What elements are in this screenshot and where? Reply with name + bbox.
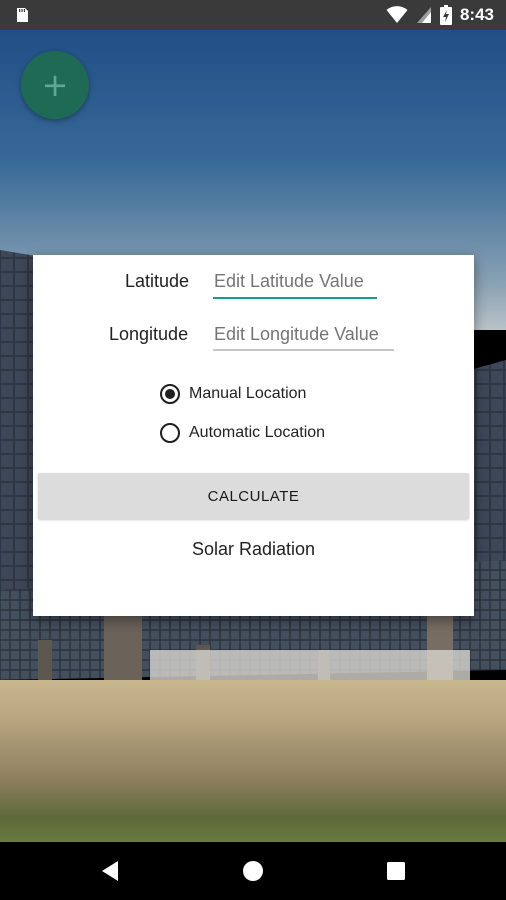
calculate-button[interactable]: CALCULATE [38, 473, 469, 519]
add-button[interactable]: + [21, 51, 89, 119]
longitude-input-underline [213, 349, 394, 351]
latitude-input-underline [213, 297, 377, 299]
navigation-bar [0, 842, 506, 900]
radio-automatic-location[interactable]: Automatic Location [160, 423, 325, 443]
latitude-label: Latitude [125, 271, 190, 291]
sd-card-icon [17, 8, 28, 22]
recents-icon[interactable] [383, 858, 409, 884]
status-bar: 8:43 [0, 0, 506, 30]
ground [0, 680, 506, 842]
clock: 8:43 [459, 5, 494, 24]
longitude-input[interactable] [214, 324, 396, 345]
wifi-icon [386, 6, 408, 23]
plus-icon: + [41, 66, 69, 104]
battery-charging-icon [439, 5, 452, 25]
radio-label: Automatic Location [189, 424, 326, 441]
back-icon[interactable] [98, 858, 124, 884]
radio-button-unchecked[interactable] [160, 423, 180, 443]
solar-radiation-result: Solar Radiation [191, 539, 316, 559]
solar-form-card: Latitude Longitude Manual Location Autom… [33, 255, 474, 616]
signal-icon [416, 7, 431, 23]
radio-label: Manual Location [189, 385, 307, 402]
radio-button-checked[interactable] [160, 384, 180, 404]
radio-manual-location[interactable]: Manual Location [160, 384, 306, 404]
longitude-label: Longitude [109, 324, 189, 344]
latitude-input[interactable] [214, 271, 379, 292]
home-icon[interactable] [240, 858, 266, 884]
